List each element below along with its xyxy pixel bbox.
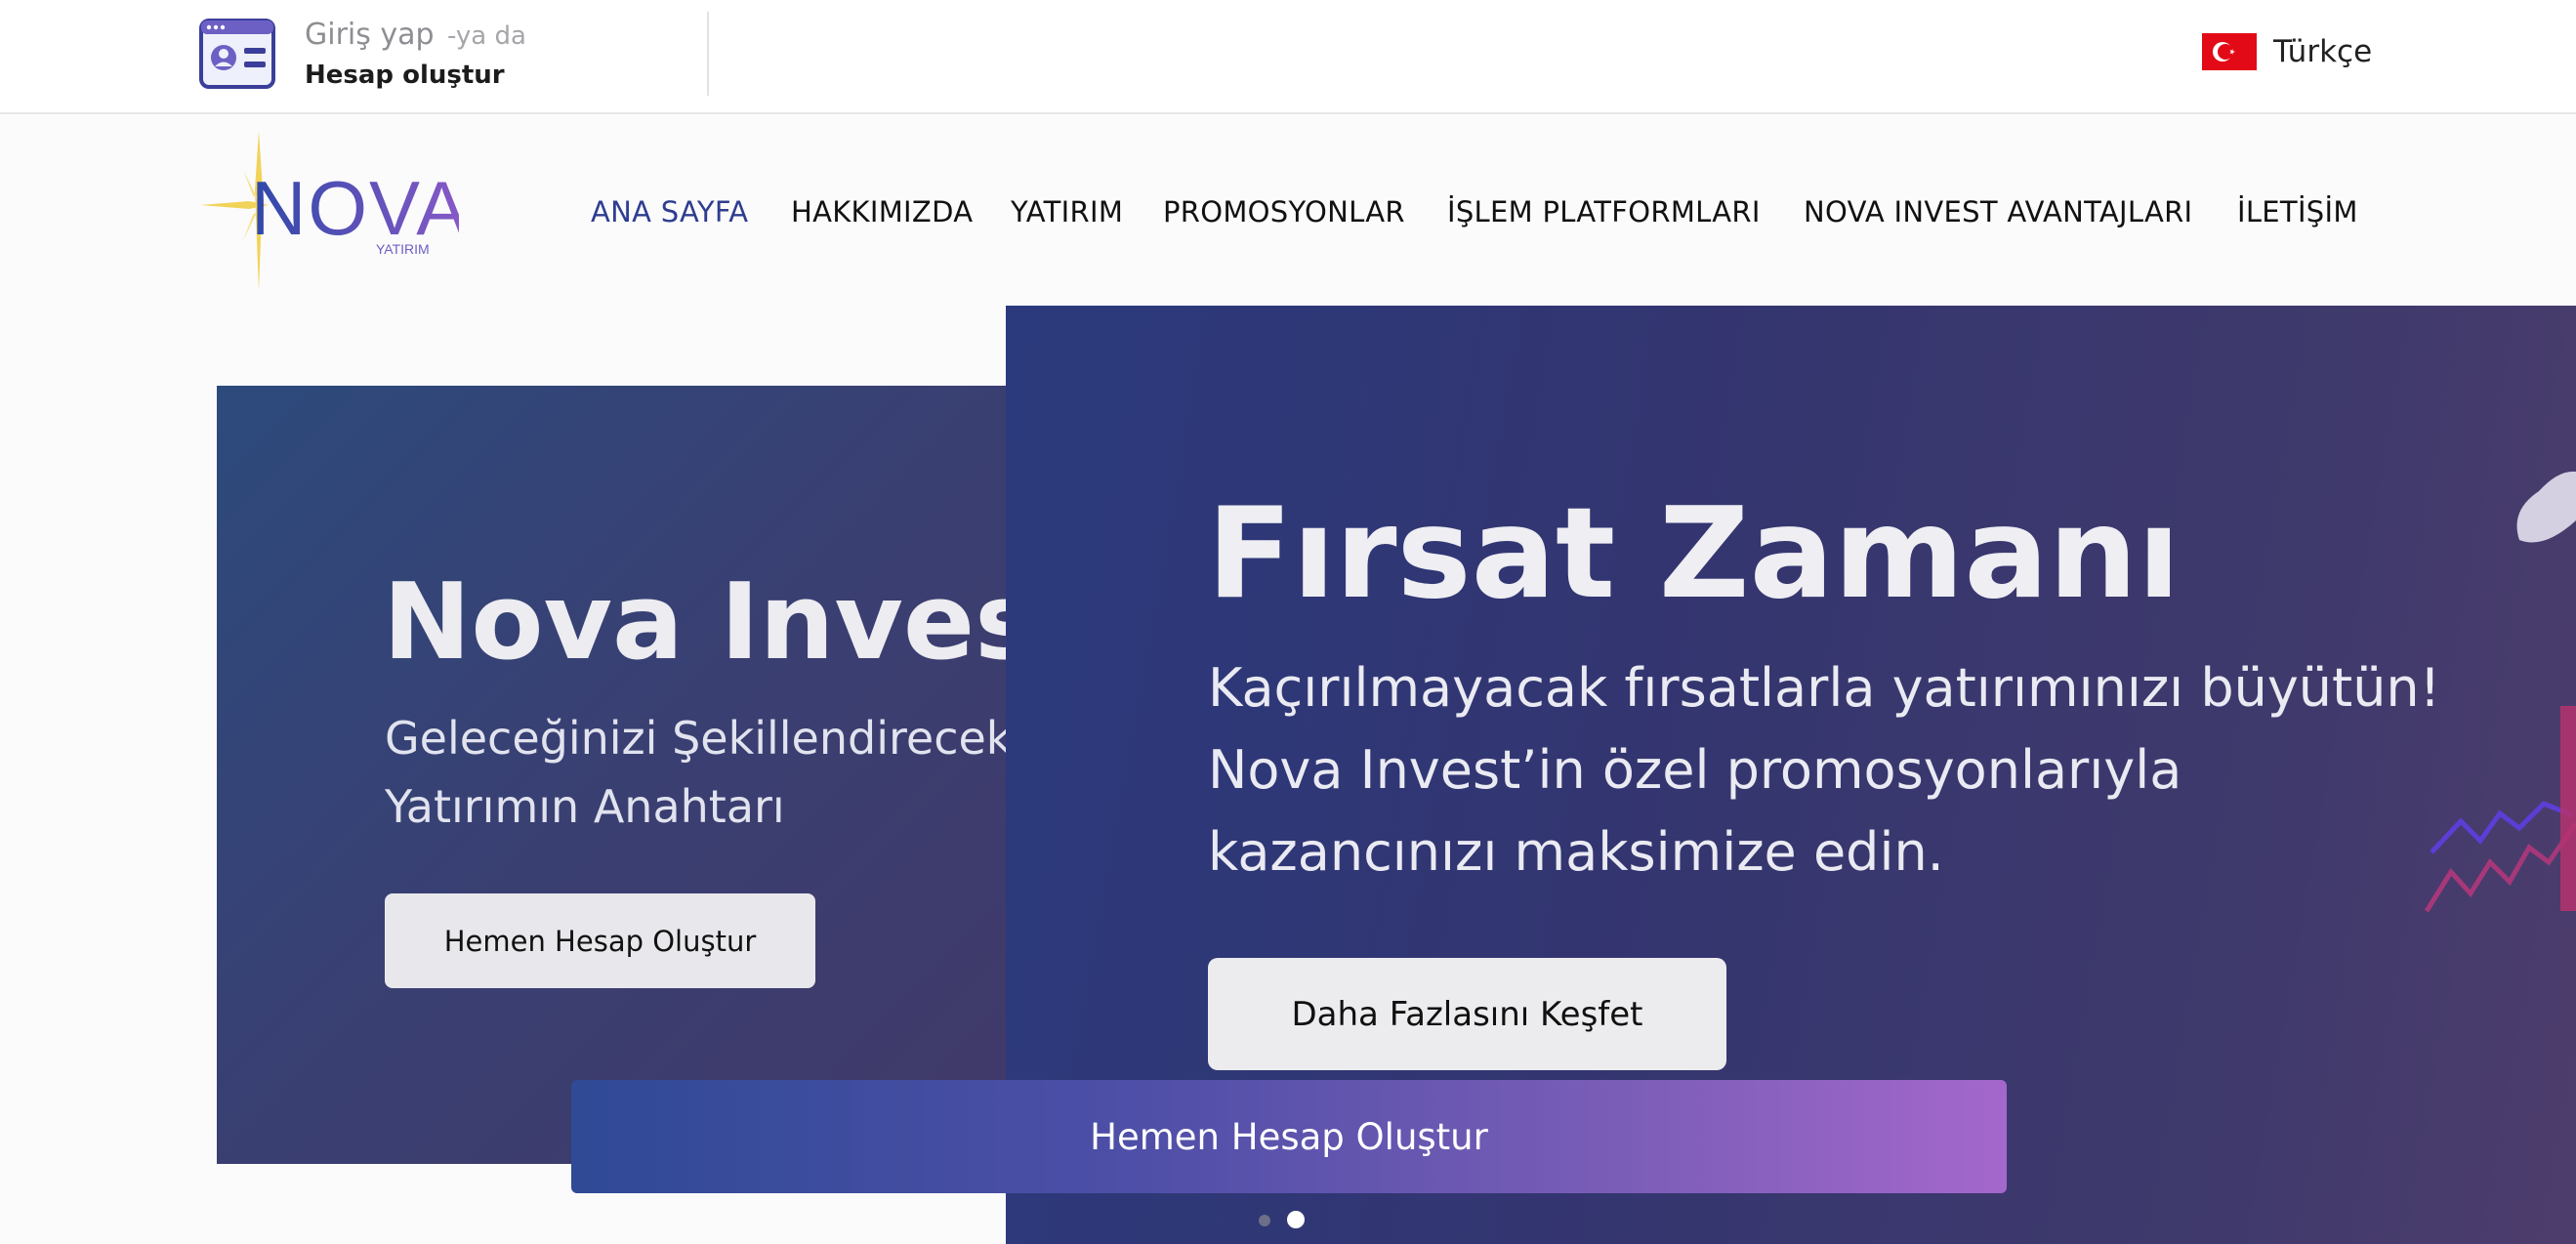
- nav-item-investment[interactable]: YATIRIM: [1011, 195, 1123, 228]
- register-link[interactable]: Hesap oluştur: [305, 61, 505, 90]
- nav-item-trading-platforms[interactable]: İŞLEM PLATFORMLARI: [1447, 195, 1761, 228]
- turkey-flag-icon[interactable]: [2202, 33, 2257, 70]
- nav-item-contact[interactable]: İLETİŞİM: [2237, 195, 2358, 228]
- nav-item-home[interactable]: ANA SAYFA: [591, 195, 748, 228]
- create-account-cta-button[interactable]: Hemen Hesap Oluştur: [571, 1080, 2007, 1193]
- language-selector[interactable]: Türkçe: [2273, 34, 2372, 69]
- carousel-dot-2-active[interactable]: [1287, 1211, 1305, 1228]
- topbar-divider: [707, 12, 709, 96]
- account-card-icon[interactable]: [199, 19, 275, 89]
- logo-brand: NOVA: [251, 165, 459, 251]
- nav-item-about[interactable]: HAKKIMIZDA: [791, 195, 973, 228]
- slide-2-title: Fırsat Zamanı: [1207, 481, 2181, 627]
- logo-tagline: YATIRIM: [376, 241, 430, 257]
- slide-1-create-account-button[interactable]: Hemen Hesap Oluştur: [385, 893, 815, 988]
- nova-logo[interactable]: NOVA YATIRIM: [200, 131, 459, 291]
- top-bar: Giriş yap -ya da Hesap oluştur Türkçe: [0, 0, 2576, 114]
- slide-1-title: Nova Invest: [383, 561, 1089, 684]
- nav-item-advantages[interactable]: NOVA INVEST AVANTAJLARI: [1804, 195, 2192, 228]
- login-link[interactable]: Giriş yap: [305, 18, 435, 52]
- slide-2-subtitle: Kaçırılmayacak fırsatlarla yatırımınızı …: [1208, 657, 2441, 883]
- carousel-dot-1[interactable]: [1259, 1215, 1270, 1226]
- stock-chart-illustration: [2424, 471, 2576, 913]
- nav-item-promotions[interactable]: PROMOSYONLAR: [1163, 195, 1405, 228]
- or-text: -ya da: [447, 21, 526, 51]
- discover-more-button[interactable]: Daha Fazlasını Keşfet: [1208, 958, 1726, 1070]
